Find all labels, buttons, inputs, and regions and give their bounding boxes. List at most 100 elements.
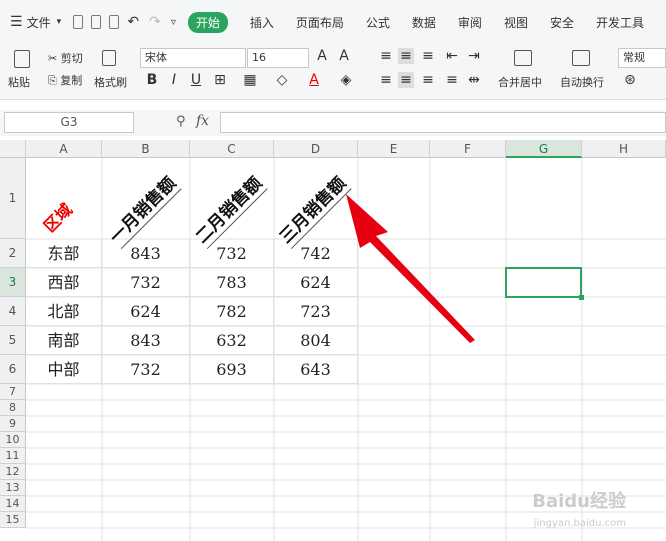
align-bottom-icon[interactable]: ≡ — [420, 48, 436, 64]
save-icon[interactable] — [73, 15, 84, 29]
number-format-select[interactable]: 常规 — [618, 48, 666, 68]
merge-center-button[interactable]: 合并居中 — [498, 74, 542, 90]
menu-file[interactable]: 文件 — [27, 14, 51, 31]
tab-formulas[interactable]: 公式 — [366, 14, 390, 31]
cell-A3[interactable]: 西部 — [26, 268, 102, 297]
name-box[interactable]: G3 — [4, 112, 134, 133]
cell-D6[interactable]: 643 — [274, 355, 358, 384]
col-header-F[interactable]: F — [430, 140, 506, 158]
format-painter-icon[interactable] — [102, 50, 116, 66]
bold-icon[interactable]: B — [144, 72, 160, 88]
decrease-font-icon[interactable]: A — [336, 48, 352, 64]
increase-font-icon[interactable]: A — [314, 48, 330, 64]
formula-input[interactable] — [220, 112, 666, 133]
font-size-select[interactable]: 16 — [247, 48, 309, 68]
row-header-11[interactable]: 11 — [0, 448, 26, 464]
cell-A5[interactable]: 南部 — [26, 326, 102, 355]
tab-home[interactable]: 开始 — [187, 11, 228, 33]
tab-developer[interactable]: 开发工具 — [596, 14, 644, 31]
row-header-6[interactable]: 6 — [0, 355, 26, 384]
currency-icon[interactable]: ⊛ — [622, 72, 638, 88]
paint-bucket-icon[interactable]: ◇ — [274, 72, 290, 88]
fill-handle[interactable] — [579, 295, 584, 300]
underline-icon[interactable]: U — [188, 72, 204, 88]
col-header-A[interactable]: A — [26, 140, 102, 158]
cell-A2[interactable]: 东部 — [26, 239, 102, 268]
eraser-icon[interactable]: ◈ — [338, 72, 354, 88]
cell-B2[interactable]: 843 — [102, 239, 190, 268]
row-header-12[interactable]: 12 — [0, 464, 26, 480]
row-header-9[interactable]: 9 — [0, 416, 26, 432]
cut-button[interactable]: ✂ 剪切 — [48, 50, 83, 66]
select-all-corner[interactable] — [0, 140, 26, 158]
indent-increase-icon[interactable]: ⇥ — [466, 48, 482, 64]
cell-C6[interactable]: 693 — [190, 355, 274, 384]
selected-cell-G3[interactable] — [505, 267, 582, 298]
tab-insert[interactable]: 插入 — [250, 14, 274, 31]
customize-icon[interactable]: ▿ — [171, 17, 176, 28]
watermark-logo: Baidu经验 — [532, 491, 626, 512]
chevron-down-icon[interactable]: ▾ — [57, 17, 62, 27]
fill-color-icon[interactable]: ▦ — [242, 72, 258, 88]
wrap-text-icon[interactable] — [572, 50, 590, 66]
print-icon[interactable] — [91, 15, 102, 29]
cell-C5[interactable]: 632 — [190, 326, 274, 355]
indent-decrease-icon[interactable]: ⇤ — [444, 48, 460, 64]
row-header-4[interactable]: 4 — [0, 297, 26, 326]
border-icon[interactable]: ⊞ — [212, 72, 228, 88]
cell-C4[interactable]: 782 — [190, 297, 274, 326]
hamburger-icon[interactable]: ☰ — [10, 14, 23, 30]
col-header-C[interactable]: C — [190, 140, 274, 158]
align-left-icon[interactable]: ≡ — [378, 72, 394, 88]
tab-review[interactable]: 审阅 — [458, 14, 482, 31]
col-header-E[interactable]: E — [358, 140, 430, 158]
align-center-icon[interactable]: ≡ — [398, 72, 414, 88]
row-header-13[interactable]: 13 — [0, 480, 26, 496]
row-header-10[interactable]: 10 — [0, 432, 26, 448]
merge-center-icon[interactable] — [514, 50, 532, 66]
font-name-select[interactable]: 宋体 — [140, 48, 246, 68]
tab-view[interactable]: 视图 — [504, 14, 528, 31]
fx-icon[interactable]: fx — [196, 113, 209, 129]
cell-A6[interactable]: 中部 — [26, 355, 102, 384]
align-top-icon[interactable]: ≡ — [378, 48, 394, 64]
row-header-3[interactable]: 3 — [0, 268, 26, 297]
format-painter-button[interactable]: 格式刷 — [94, 74, 127, 90]
row-header-14[interactable]: 14 — [0, 496, 26, 512]
align-middle-icon[interactable]: ≡ — [398, 48, 414, 64]
col-header-G[interactable]: G — [506, 140, 582, 158]
cell-C2[interactable]: 732 — [190, 239, 274, 268]
row-header-1[interactable]: 1 — [0, 158, 26, 239]
cell-B4[interactable]: 624 — [102, 297, 190, 326]
row-header-5[interactable]: 5 — [0, 326, 26, 355]
italic-icon[interactable]: I — [166, 72, 182, 88]
col-header-H[interactable]: H — [582, 140, 666, 158]
distribute-icon[interactable]: ⇹ — [466, 72, 482, 88]
justify-icon[interactable]: ≡ — [444, 72, 460, 88]
tab-page-layout[interactable]: 页面布局 — [296, 14, 344, 31]
font-color-icon[interactable]: A — [306, 72, 322, 88]
col-header-B[interactable]: B — [102, 140, 190, 158]
col-header-D[interactable]: D — [274, 140, 358, 158]
row-header-8[interactable]: 8 — [0, 400, 26, 416]
tab-data[interactable]: 数据 — [412, 14, 436, 31]
redo-icon[interactable]: ↷ — [149, 14, 161, 30]
cell-B6[interactable]: 732 — [102, 355, 190, 384]
undo-icon[interactable]: ↶ — [127, 14, 139, 30]
cell-B5[interactable]: 843 — [102, 326, 190, 355]
row-header-2[interactable]: 2 — [0, 239, 26, 268]
zoom-icon[interactable]: ⚲ — [176, 114, 186, 129]
wrap-text-button[interactable]: 自动换行 — [560, 74, 604, 90]
cell-A4[interactable]: 北部 — [26, 297, 102, 326]
row-header-7[interactable]: 7 — [0, 384, 26, 400]
row-header-15[interactable]: 15 — [0, 512, 26, 528]
paste-icon[interactable] — [14, 50, 30, 68]
print-preview-icon[interactable] — [109, 15, 120, 29]
cell-B3[interactable]: 732 — [102, 268, 190, 297]
paste-button[interactable]: 粘贴 — [8, 74, 30, 90]
cell-C3[interactable]: 783 — [190, 268, 274, 297]
cell-ref: G3 — [60, 115, 78, 129]
copy-button[interactable]: ⎘ 复制 — [48, 72, 82, 88]
align-right-icon[interactable]: ≡ — [420, 72, 436, 88]
tab-security[interactable]: 安全 — [550, 14, 574, 31]
